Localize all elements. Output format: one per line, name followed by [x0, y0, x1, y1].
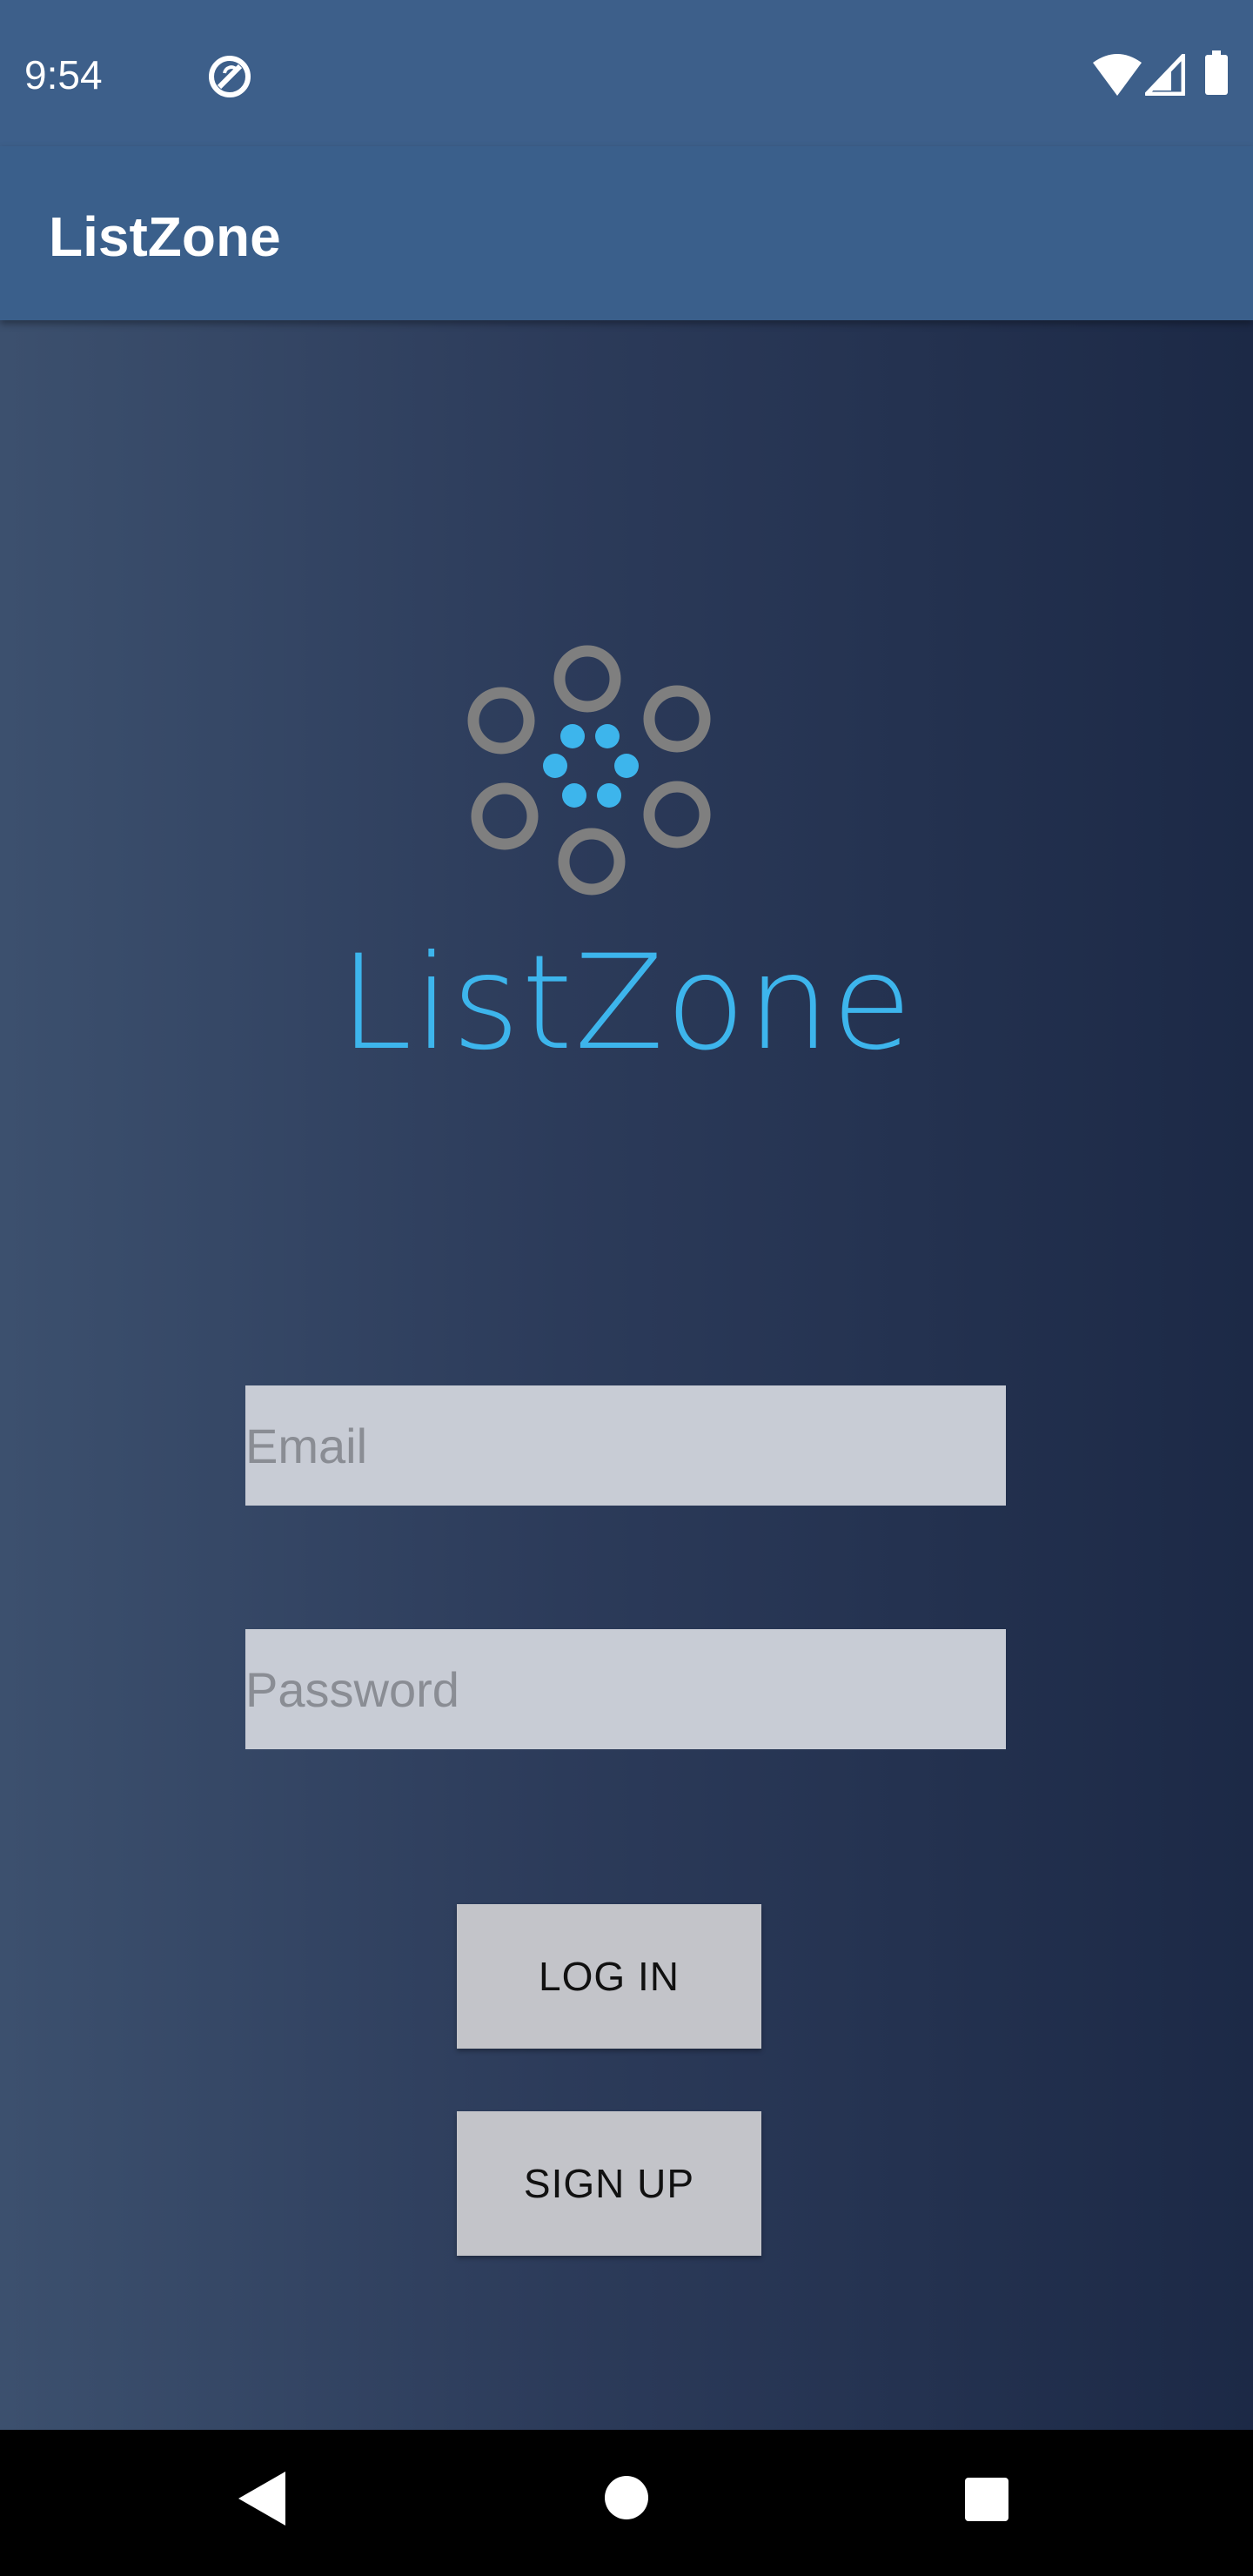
email-field[interactable]	[245, 1385, 1006, 1506]
navigation-bar	[0, 2430, 1253, 2576]
login-button[interactable]: LOG IN	[457, 1904, 761, 2049]
listzone-logo-icon	[467, 645, 711, 896]
status-time: 9:54	[24, 52, 103, 97]
logo-brand-text: ListZone	[338, 928, 915, 1079]
screen: 9:54 ListZone ListZone Email LOG IN SIGN…	[0, 0, 1253, 2576]
recents-icon[interactable]	[964, 2477, 1009, 2522]
signup-button[interactable]: SIGN UP	[457, 2111, 761, 2256]
password-field[interactable]	[245, 1629, 1006, 1749]
battery-icon	[1205, 50, 1228, 95]
status-bar: 9:54	[0, 0, 1253, 146]
home-icon[interactable]	[604, 2475, 649, 2520]
data-saver-icon	[209, 56, 251, 97]
wifi-icon	[1093, 54, 1142, 96]
cell-signal-icon	[1145, 54, 1185, 96]
back-icon[interactable]	[237, 2470, 287, 2527]
login-content: ListZone LOG IN SIGN UP	[0, 320, 1253, 2430]
app-title: ListZone	[49, 205, 281, 268]
app-bar: ListZone	[0, 146, 1253, 320]
